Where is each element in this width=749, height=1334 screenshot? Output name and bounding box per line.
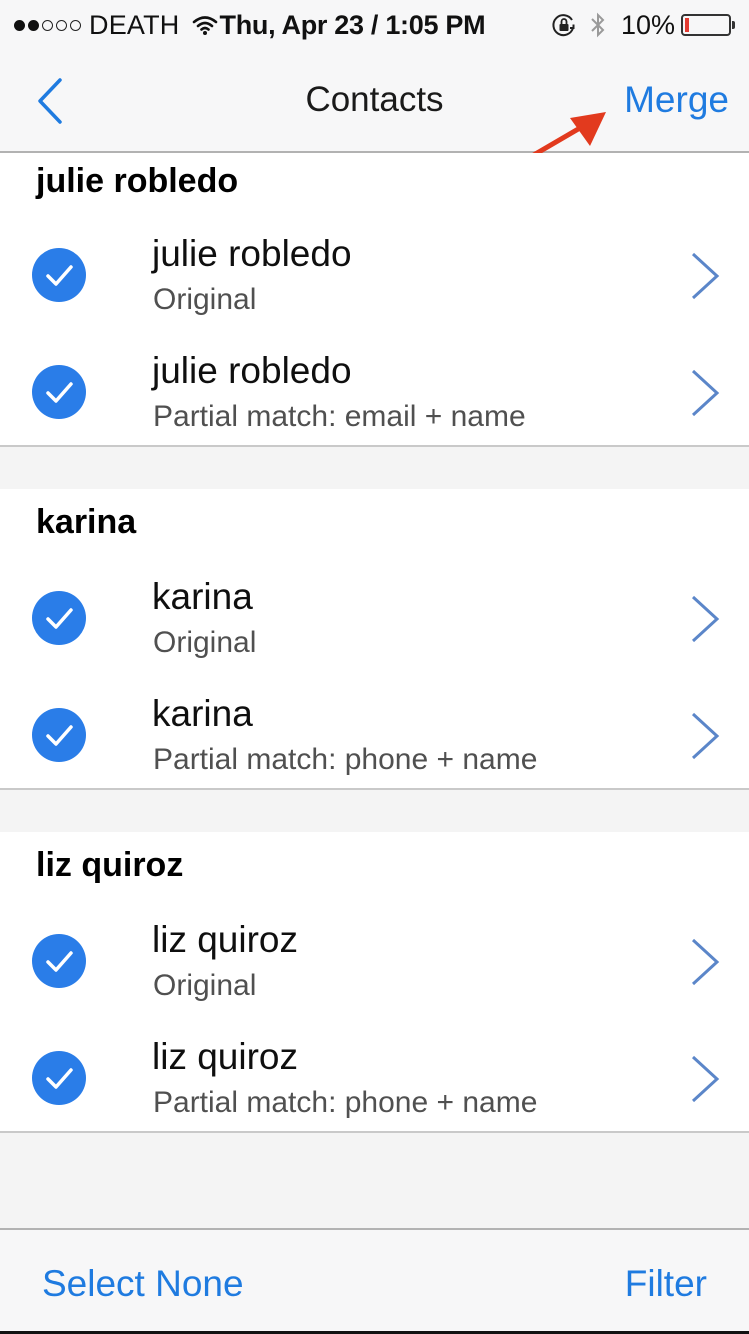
- merge-button[interactable]: Merge: [624, 79, 729, 121]
- contact-name: liz quiroz: [152, 1036, 298, 1077]
- contact-group: karina karina Original karina Partial ma…: [0, 489, 749, 790]
- checkmark-circle-icon[interactable]: [32, 248, 86, 302]
- filter-button[interactable]: Filter: [625, 1263, 707, 1305]
- navigation-bar: Contacts Merge: [0, 50, 749, 153]
- rotation-lock-icon: [552, 14, 575, 37]
- duplicate-contacts-list[interactable]: julie robledo julie robledo Original jul…: [0, 153, 749, 1228]
- match-detail: Original: [153, 626, 257, 659]
- contact-row[interactable]: liz quiroz Original: [0, 897, 749, 1014]
- status-datetime: Thu, Apr 23 / 1:05 PM: [219, 9, 486, 40]
- group-header: liz quiroz: [36, 846, 184, 884]
- checkmark-circle-icon[interactable]: [32, 934, 86, 988]
- contact-name: karina: [152, 576, 253, 617]
- signal-dot: [42, 19, 53, 31]
- battery-icon: [681, 14, 731, 36]
- contact-name: karina: [152, 693, 253, 734]
- bottom-toolbar: Select None Filter: [0, 1228, 749, 1334]
- wifi-icon: [192, 16, 217, 35]
- contact-name: julie robledo: [152, 350, 352, 391]
- checkmark-circle-icon[interactable]: [32, 1051, 86, 1105]
- checkmark-circle-icon[interactable]: [32, 708, 86, 762]
- checkmark-circle-icon[interactable]: [32, 591, 86, 645]
- chevron-right-icon[interactable]: [689, 594, 721, 644]
- contact-group: liz quiroz liz quiroz Original liz quiro…: [0, 832, 749, 1133]
- chevron-right-icon[interactable]: [689, 711, 721, 761]
- contact-row[interactable]: liz quiroz Partial match: phone + name: [0, 1014, 749, 1131]
- match-detail: Partial match: phone + name: [153, 743, 538, 776]
- chevron-right-icon[interactable]: [689, 937, 721, 987]
- chevron-right-icon[interactable]: [689, 1054, 721, 1104]
- bluetooth-icon: [591, 12, 605, 38]
- contact-name: julie robledo: [152, 233, 352, 274]
- contact-row[interactable]: julie robledo Partial match: email + nam…: [0, 328, 749, 445]
- chevron-right-icon[interactable]: [689, 368, 721, 418]
- match-detail: Original: [153, 969, 257, 1002]
- contact-group: julie robledo julie robledo Original jul…: [0, 153, 749, 447]
- signal-dot: [28, 19, 39, 31]
- contact-row[interactable]: julie robledo Original: [0, 211, 749, 328]
- carrier-name: DEATH: [89, 9, 180, 40]
- match-detail: Partial match: phone + name: [153, 1086, 538, 1119]
- group-header: julie robledo: [36, 162, 239, 200]
- signal-strength-icon: [14, 19, 81, 31]
- battery-nub: [732, 21, 735, 29]
- chevron-right-icon[interactable]: [689, 251, 721, 301]
- select-none-button[interactable]: Select None: [42, 1263, 244, 1305]
- signal-dot: [70, 19, 81, 31]
- status-bar: DEATH Thu, Apr 23 / 1:05 PM 10%: [0, 0, 749, 50]
- group-header: karina: [36, 503, 137, 541]
- battery-level: [685, 18, 689, 32]
- battery-percent: 10%: [620, 9, 675, 40]
- checkmark-circle-icon[interactable]: [32, 365, 86, 419]
- contact-name: liz quiroz: [152, 919, 298, 960]
- contact-row[interactable]: karina Partial match: phone + name: [0, 671, 749, 788]
- signal-dot: [56, 19, 67, 31]
- match-detail: Original: [153, 283, 257, 316]
- signal-dot: [14, 19, 25, 31]
- match-detail: Partial match: email + name: [153, 400, 526, 433]
- contact-row[interactable]: karina Original: [0, 554, 749, 671]
